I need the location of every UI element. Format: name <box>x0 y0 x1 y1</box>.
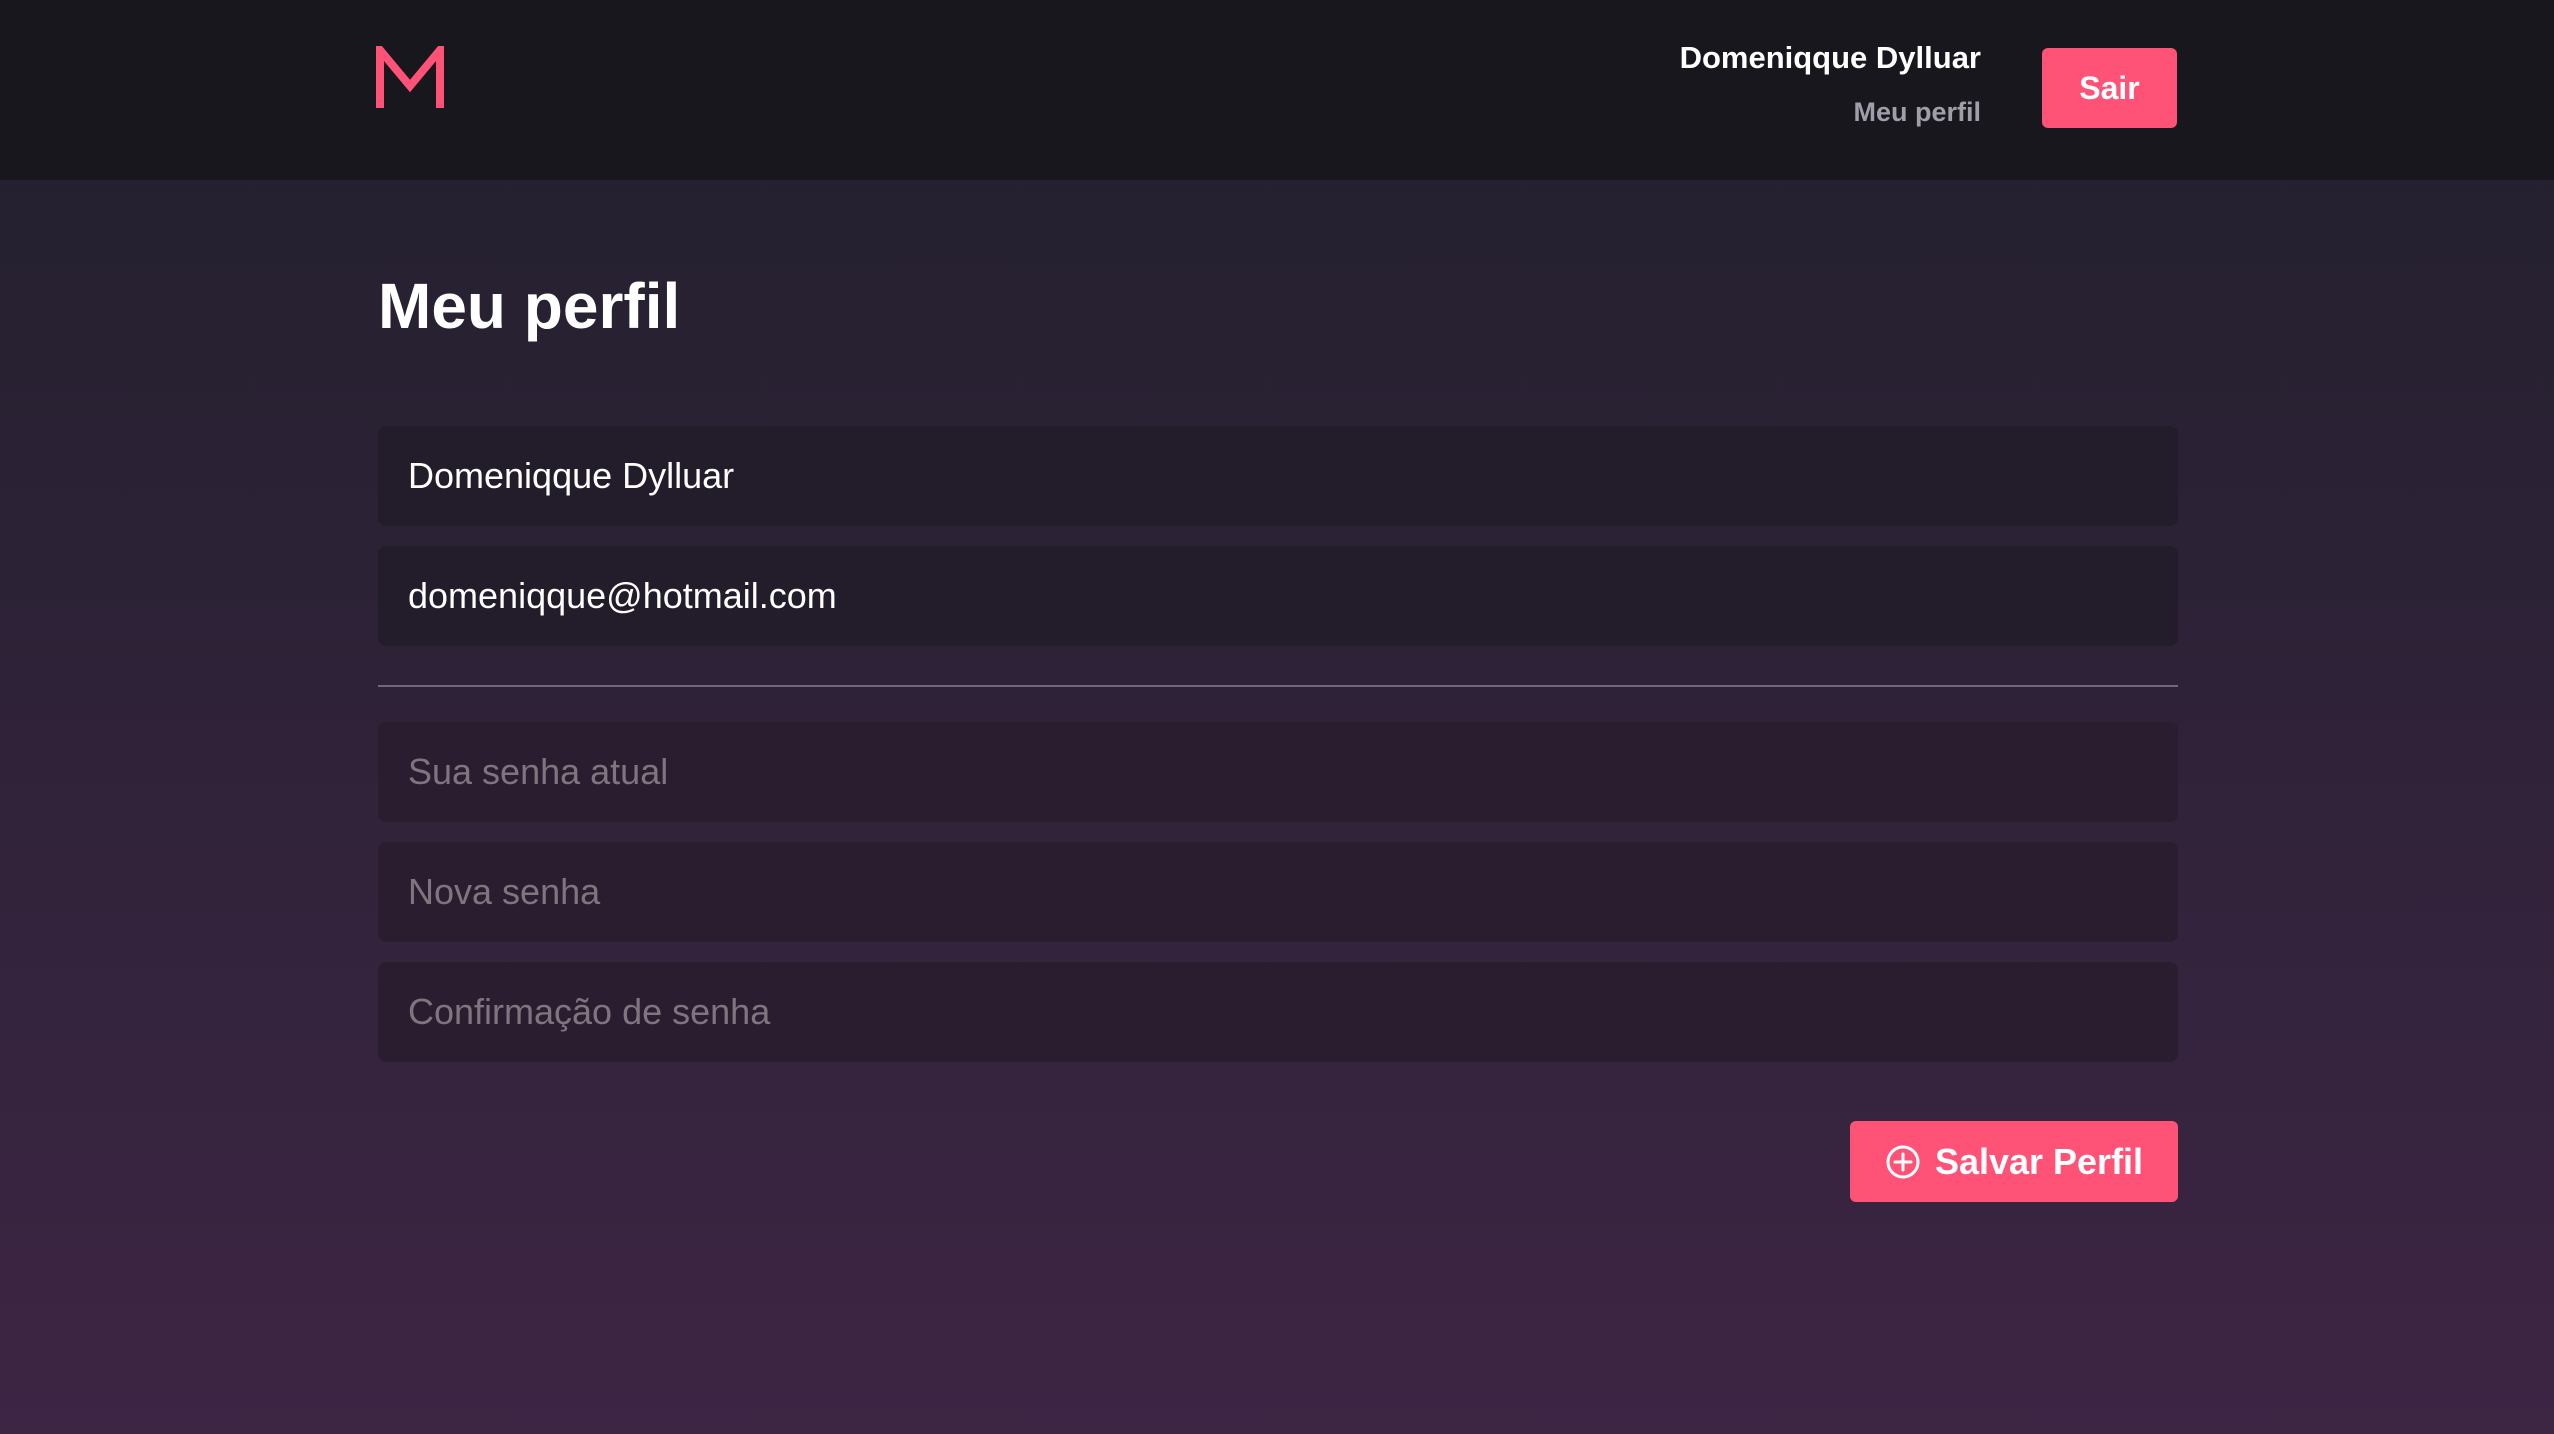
user-profile-info: Domeniqque Dylluar Meu perfil <box>1680 36 1981 134</box>
top-header: Domeniqque Dylluar Meu perfil Sair <box>0 0 2554 180</box>
logout-button[interactable]: Sair <box>2042 48 2177 128</box>
page-title: Meu perfil <box>378 270 681 342</box>
my-profile-link[interactable]: Meu perfil <box>1680 90 1981 134</box>
save-profile-label: Salvar Perfil <box>1934 1140 2144 1182</box>
form-divider <box>378 685 2178 687</box>
user-name: Domeniqque Dylluar <box>1679 40 1981 75</box>
confirm-password-input[interactable] <box>378 962 2178 1062</box>
save-profile-button[interactable]: Salvar Perfil <box>1850 1121 2178 1202</box>
m-logo-icon[interactable] <box>376 46 444 110</box>
current-password-input[interactable] <box>378 722 2178 822</box>
email-input[interactable] <box>378 546 2178 646</box>
name-input[interactable] <box>378 426 2178 526</box>
new-password-input[interactable] <box>378 842 2178 942</box>
plus-circle-icon <box>1886 1145 1920 1178</box>
